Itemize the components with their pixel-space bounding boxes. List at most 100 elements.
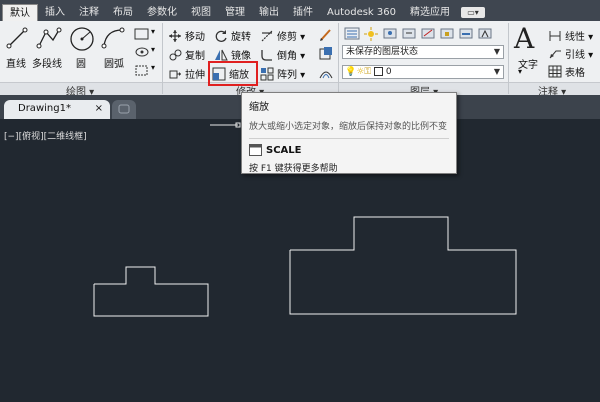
boundary-icon — [135, 65, 148, 76]
current-layer-name: 0 — [385, 67, 392, 77]
text-dropdown-icon[interactable]: ▾ — [518, 67, 522, 76]
stretch-label: 拉伸 — [185, 70, 205, 81]
trim-icon — [261, 30, 273, 41]
rotate-tool[interactable]: 旋转 — [214, 28, 251, 43]
circle-tool[interactable] — [68, 25, 96, 53]
tooltip-description: 放大或缩小选定对象，缩放后保持对象的比例不变 — [249, 122, 448, 132]
new-tab-icon — [118, 104, 130, 114]
rotate-icon — [215, 29, 227, 42]
tooltip-command-row: SCALE — [249, 144, 449, 156]
layer-state-dropdown[interactable]: 未保存的图层状态 ▼ — [342, 45, 504, 59]
panel-divider — [338, 23, 339, 94]
command-line-icon — [249, 144, 262, 156]
tooltip-title: 缩放 — [249, 102, 269, 113]
hatch-icon — [135, 47, 149, 57]
arc-label: 圆弧 — [104, 59, 124, 70]
minimize-ribbon-icon: ▭▾ — [460, 7, 485, 18]
rectangle-icon — [134, 28, 149, 40]
line-tool[interactable] — [6, 26, 28, 50]
linear-dimension-tool[interactable]: 线性 ▾ — [548, 28, 593, 43]
erase-tool[interactable] — [318, 27, 334, 46]
close-icon[interactable]: × — [95, 103, 103, 114]
panel-divider — [508, 23, 509, 94]
large-stepped-shape[interactable] — [289, 216, 517, 315]
tooltip-help-hint: 按 F1 键获得更多帮助 — [249, 164, 338, 174]
table-tool[interactable]: 表格 — [548, 64, 585, 79]
text-icon[interactable]: A — [514, 24, 534, 54]
layer-color-swatch — [374, 67, 384, 76]
mirror-tool[interactable]: 镜像 — [214, 47, 251, 62]
copy-tool[interactable]: 复制 — [168, 47, 205, 62]
array-icon — [260, 67, 274, 80]
line-icon — [6, 27, 28, 49]
panel-divider — [162, 23, 163, 94]
tab-output[interactable]: 输出 — [252, 4, 286, 21]
tooltip-command: SCALE — [266, 144, 302, 156]
fillet-tool[interactable]: 倒角 ▾ — [260, 47, 305, 62]
stretch-icon — [169, 70, 181, 78]
leader-label: 引线 ▾ — [565, 50, 594, 61]
small-stepped-shape[interactable] — [93, 266, 209, 317]
layer-freeze-icon[interactable] — [401, 26, 417, 41]
boundary-dropdown-icon[interactable]: ▾ — [151, 63, 155, 72]
tab-autodesk-360[interactable]: Autodesk 360 — [320, 4, 403, 21]
layer-off-icon[interactable] — [420, 26, 436, 41]
tab-layout[interactable]: 布局 — [106, 4, 140, 21]
tab-plugins[interactable]: 插件 — [286, 4, 320, 21]
fillet-label: 倒角 ▾ — [277, 51, 306, 62]
polyline-tool[interactable] — [36, 26, 62, 50]
new-tab-button[interactable] — [112, 100, 136, 119]
tab-parametric[interactable]: 参数化 — [140, 4, 184, 21]
offset-tool[interactable] — [318, 65, 334, 84]
layer-walk-icon[interactable] — [477, 26, 493, 41]
tab-default[interactable]: 默认 — [2, 4, 38, 21]
document-tab[interactable]: Drawing1* × — [4, 100, 110, 119]
stretch-tool[interactable]: 拉伸 — [168, 66, 205, 81]
tab-view[interactable]: 视图 — [184, 4, 218, 21]
circle-label: 圆 — [76, 59, 86, 70]
chevron-down-icon: ▼ — [493, 67, 500, 76]
circle-icon — [70, 27, 94, 51]
hatch-tool[interactable] — [134, 46, 150, 62]
rectangle-tool[interactable] — [134, 28, 150, 44]
tab-minimize-button[interactable]: ▭▾ — [457, 4, 489, 21]
leader-icon — [549, 50, 561, 59]
trim-tool[interactable]: 修剪 ▾ — [260, 28, 305, 43]
document-tab-name: Drawing1* — [18, 103, 71, 114]
rectangle-dropdown-icon[interactable]: ▾ — [151, 27, 155, 36]
table-icon — [548, 65, 562, 78]
arc-tool[interactable] — [100, 26, 126, 50]
polyline-label: 多段线 — [32, 59, 62, 70]
ribbon-tab-bar: 默认 插入 注释 布局 参数化 视图 管理 输出 插件 Autodesk 360… — [0, 0, 600, 21]
move-tool[interactable]: 移动 — [168, 28, 205, 43]
layer-state-value: 未保存的图层状态 — [346, 47, 419, 57]
array-label: 阵列 ▾ — [277, 70, 306, 81]
brush-icon — [320, 29, 331, 41]
linear-label: 线性 ▾ — [565, 32, 594, 43]
explode-tool[interactable] — [318, 46, 334, 65]
copy-icon — [169, 49, 182, 60]
tab-manage[interactable]: 管理 — [218, 4, 252, 21]
layer-sun-icon[interactable] — [363, 26, 379, 41]
array-tool[interactable]: 阵列 ▾ — [260, 66, 305, 81]
tab-featured-apps[interactable]: 精选应用 — [403, 4, 457, 21]
hatch-dropdown-icon[interactable]: ▾ — [151, 45, 155, 54]
tab-annotate[interactable]: 注释 — [72, 4, 106, 21]
layer-match-icon[interactable] — [458, 26, 474, 41]
scale-tooltip: 缩放 放大或缩小选定对象，缩放后保持对象的比例不变 SCALE 按 F1 键获得… — [241, 92, 457, 174]
layer-properties-icon[interactable] — [344, 26, 360, 41]
lightbulb-icon: 💡 — [345, 67, 357, 77]
layer-lock-icon[interactable] — [439, 26, 455, 41]
unlock-icon: ⚿ — [364, 67, 372, 77]
offset-icon — [319, 71, 333, 79]
tab-insert[interactable]: 插入 — [38, 4, 72, 21]
fillet-icon — [261, 49, 272, 61]
leader-tool[interactable]: 引线 ▾ — [548, 46, 593, 61]
line-label: 直线 — [6, 59, 26, 70]
polyline-icon — [36, 27, 62, 49]
layer-isolate-icon[interactable] — [382, 26, 398, 41]
copy-label: 复制 — [185, 51, 205, 62]
table-label: 表格 — [565, 68, 585, 79]
current-layer-dropdown[interactable]: 💡☼⚿ 0 ▼ — [342, 65, 504, 79]
boundary-tool[interactable] — [134, 64, 150, 80]
